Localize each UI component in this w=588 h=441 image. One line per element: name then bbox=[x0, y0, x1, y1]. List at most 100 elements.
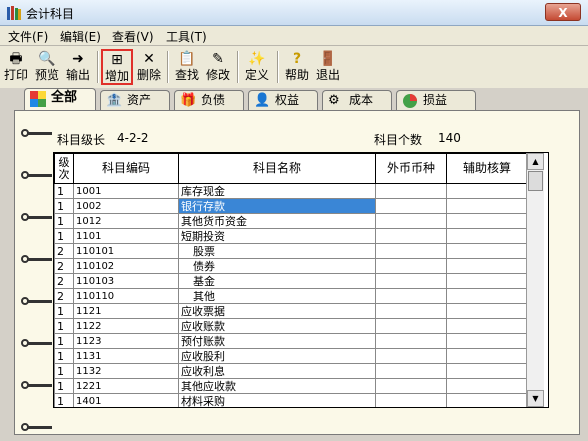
cell-level[interactable]: 2 bbox=[54, 288, 74, 304]
cell-level[interactable]: 1 bbox=[54, 363, 74, 379]
tab-equity[interactable]: 👤 权益 bbox=[248, 90, 318, 110]
cell-name[interactable]: 银行存款 bbox=[178, 198, 376, 214]
cell-name[interactable]: 应收股利 bbox=[178, 348, 376, 364]
cell-currency[interactable] bbox=[375, 198, 447, 214]
table-row[interactable]: 1 1121 应收票据 bbox=[54, 303, 528, 319]
cell-name[interactable]: 其他 bbox=[178, 288, 376, 304]
cell-level[interactable]: 2 bbox=[54, 258, 74, 274]
modify-button[interactable]: ✎ 修改 bbox=[203, 49, 233, 85]
menu-file[interactable]: 文件(F) bbox=[8, 28, 48, 45]
cell-code[interactable]: 1002 bbox=[73, 198, 179, 214]
table-row[interactable]: 1 1131 应收股利 bbox=[54, 348, 528, 364]
cell-currency[interactable] bbox=[375, 228, 447, 244]
cell-currency[interactable] bbox=[375, 303, 447, 319]
table-row[interactable]: 1 1123 预付账款 bbox=[54, 333, 528, 349]
cell-level[interactable]: 1 bbox=[54, 198, 74, 214]
table-row[interactable]: 2 110110 其他 bbox=[54, 288, 528, 304]
cell-level[interactable]: 2 bbox=[54, 243, 74, 259]
cell-currency[interactable] bbox=[375, 288, 447, 304]
find-button[interactable]: 📋 查找 bbox=[172, 49, 202, 85]
cell-auxiliary[interactable] bbox=[446, 258, 528, 274]
cell-code[interactable]: 110110 bbox=[73, 288, 179, 304]
table-row[interactable]: 1 1221 其他应收款 bbox=[54, 378, 528, 394]
cell-code[interactable]: 110101 bbox=[73, 243, 179, 259]
cell-code[interactable]: 110103 bbox=[73, 273, 179, 289]
cell-code[interactable]: 1012 bbox=[73, 213, 179, 229]
cell-auxiliary[interactable] bbox=[446, 348, 528, 364]
cell-level[interactable]: 1 bbox=[54, 183, 74, 199]
table-row[interactable]: 1 1002 银行存款 bbox=[54, 198, 528, 214]
cell-currency[interactable] bbox=[375, 258, 447, 274]
col-header-auxiliary[interactable]: 辅助核算 bbox=[446, 153, 528, 184]
cell-level[interactable]: 1 bbox=[54, 228, 74, 244]
cell-name[interactable]: 其他货币资金 bbox=[178, 213, 376, 229]
cell-currency[interactable] bbox=[375, 183, 447, 199]
cell-currency[interactable] bbox=[375, 378, 447, 394]
export-button[interactable]: ➜ 输出 bbox=[63, 49, 93, 85]
cell-currency[interactable] bbox=[375, 318, 447, 334]
help-button[interactable]: ? 帮助 bbox=[282, 49, 312, 85]
menu-view[interactable]: 查看(V) bbox=[112, 28, 154, 45]
cell-auxiliary[interactable] bbox=[446, 363, 528, 379]
col-header-currency[interactable]: 外币币种 bbox=[375, 153, 447, 184]
cell-level[interactable]: 1 bbox=[54, 348, 74, 364]
print-button[interactable]: 🖶 打印 bbox=[2, 49, 30, 85]
table-row[interactable]: 1 1122 应收账款 bbox=[54, 318, 528, 334]
cell-auxiliary[interactable] bbox=[446, 288, 528, 304]
cell-auxiliary[interactable] bbox=[446, 378, 528, 394]
cell-code[interactable]: 1123 bbox=[73, 333, 179, 349]
cell-level[interactable]: 1 bbox=[54, 318, 74, 334]
add-button[interactable]: ⊞ 增加 bbox=[101, 49, 133, 85]
cell-level[interactable]: 1 bbox=[54, 303, 74, 319]
cell-currency[interactable] bbox=[375, 393, 447, 407]
cell-auxiliary[interactable] bbox=[446, 318, 528, 334]
cell-code[interactable]: 1401 bbox=[73, 393, 179, 407]
cell-code[interactable]: 1122 bbox=[73, 318, 179, 334]
cell-code[interactable]: 110102 bbox=[73, 258, 179, 274]
cell-auxiliary[interactable] bbox=[446, 273, 528, 289]
vertical-scrollbar[interactable]: ▲ ▼ bbox=[526, 153, 544, 407]
cell-level[interactable]: 1 bbox=[54, 333, 74, 349]
cell-auxiliary[interactable] bbox=[446, 198, 528, 214]
cell-currency[interactable] bbox=[375, 243, 447, 259]
cell-code[interactable]: 1101 bbox=[73, 228, 179, 244]
tab-assets[interactable]: 🏦 资产 bbox=[100, 90, 170, 110]
cell-name[interactable]: 应收票据 bbox=[178, 303, 376, 319]
table-row[interactable]: 1 1012 其他货币资金 bbox=[54, 213, 528, 229]
cell-currency[interactable] bbox=[375, 348, 447, 364]
col-header-name[interactable]: 科目名称 bbox=[178, 153, 376, 184]
table-row[interactable]: 2 110101 股票 bbox=[54, 243, 528, 259]
table-row[interactable]: 2 110103 基金 bbox=[54, 273, 528, 289]
cell-level[interactable]: 1 bbox=[54, 393, 74, 407]
cell-name[interactable]: 其他应收款 bbox=[178, 378, 376, 394]
cell-code[interactable]: 1001 bbox=[73, 183, 179, 199]
tab-cost[interactable]: ⚙ 成本 bbox=[322, 90, 392, 110]
scroll-down-arrow-icon[interactable]: ▼ bbox=[527, 390, 544, 407]
table-row[interactable]: 2 110102 债券 bbox=[54, 258, 528, 274]
cell-currency[interactable] bbox=[375, 333, 447, 349]
tab-liabilities[interactable]: 🎁 负债 bbox=[174, 90, 244, 110]
cell-name[interactable]: 债券 bbox=[178, 258, 376, 274]
cell-name[interactable]: 库存现金 bbox=[178, 183, 376, 199]
menu-edit[interactable]: 编辑(E) bbox=[60, 28, 101, 45]
close-button[interactable]: X bbox=[545, 3, 581, 21]
cell-code[interactable]: 1121 bbox=[73, 303, 179, 319]
cell-name[interactable]: 股票 bbox=[178, 243, 376, 259]
table-row[interactable]: 1 1132 应收利息 bbox=[54, 363, 528, 379]
exit-button[interactable]: 🚪 退出 bbox=[313, 49, 343, 85]
scroll-thumb[interactable] bbox=[528, 171, 543, 191]
cell-auxiliary[interactable] bbox=[446, 333, 528, 349]
delete-button[interactable]: ✕ 删除 bbox=[134, 49, 164, 85]
cell-name[interactable]: 基金 bbox=[178, 273, 376, 289]
table-row[interactable]: 1 1101 短期投资 bbox=[54, 228, 528, 244]
cell-name[interactable]: 应收利息 bbox=[178, 363, 376, 379]
menu-tools[interactable]: 工具(T) bbox=[166, 28, 207, 45]
cell-currency[interactable] bbox=[375, 273, 447, 289]
cell-auxiliary[interactable] bbox=[446, 183, 528, 199]
cell-name[interactable]: 预付账款 bbox=[178, 333, 376, 349]
preview-button[interactable]: 🔍 预览 bbox=[32, 49, 62, 85]
cell-auxiliary[interactable] bbox=[446, 228, 528, 244]
cell-level[interactable]: 1 bbox=[54, 213, 74, 229]
define-button[interactable]: ✨ 定义 bbox=[242, 49, 272, 85]
cell-auxiliary[interactable] bbox=[446, 213, 528, 229]
